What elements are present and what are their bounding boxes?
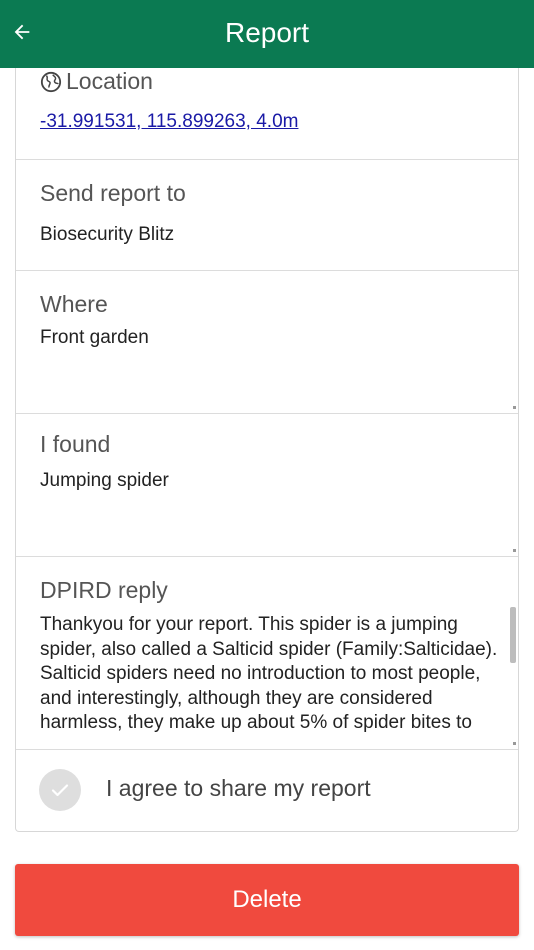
agree-label[interactable]: I agree to share my report <box>106 775 371 802</box>
location-section: Location -31.991531, 115.899263, 4.0m <box>16 68 518 160</box>
location-coordinates-link[interactable]: -31.991531, 115.899263, 4.0m <box>40 111 298 133</box>
reply-scrollbar[interactable] <box>510 607 516 663</box>
send-report-to-label: Send report to <box>40 180 186 206</box>
location-label-row: Location <box>40 68 153 95</box>
where-section: Where Front garden <box>16 271 518 414</box>
found-section: I found Jumping spider <box>16 414 518 557</box>
checkmark-icon <box>51 784 69 797</box>
resize-handle[interactable] <box>513 742 516 745</box>
dpird-reply-section: DPIRD reply Thankyou for your report. Th… <box>16 557 518 750</box>
where-field[interactable]: Front garden <box>40 327 149 349</box>
app-bar: Report <box>0 0 534 68</box>
agree-checkbox[interactable] <box>39 769 81 811</box>
resize-handle[interactable] <box>513 406 516 409</box>
found-field[interactable]: Jumping spider <box>40 470 169 492</box>
dpird-reply-label: DPIRD reply <box>40 577 168 603</box>
send-report-to-section[interactable]: Send report to Biosecurity Blitz <box>16 160 518 271</box>
report-card: Location -31.991531, 115.899263, 4.0m Se… <box>15 68 519 832</box>
delete-button[interactable]: Delete <box>15 864 519 936</box>
location-label: Location <box>66 68 153 94</box>
send-report-to-value: Biosecurity Blitz <box>40 224 175 245</box>
found-label: I found <box>40 431 111 457</box>
agree-section: I agree to share my report <box>16 750 518 830</box>
globe-icon <box>40 71 62 92</box>
page-title: Report <box>224 17 310 48</box>
where-label: Where <box>40 291 108 317</box>
resize-handle[interactable] <box>513 549 516 552</box>
dpird-reply-text[interactable]: Thankyou for your report. This spider is… <box>40 613 508 737</box>
